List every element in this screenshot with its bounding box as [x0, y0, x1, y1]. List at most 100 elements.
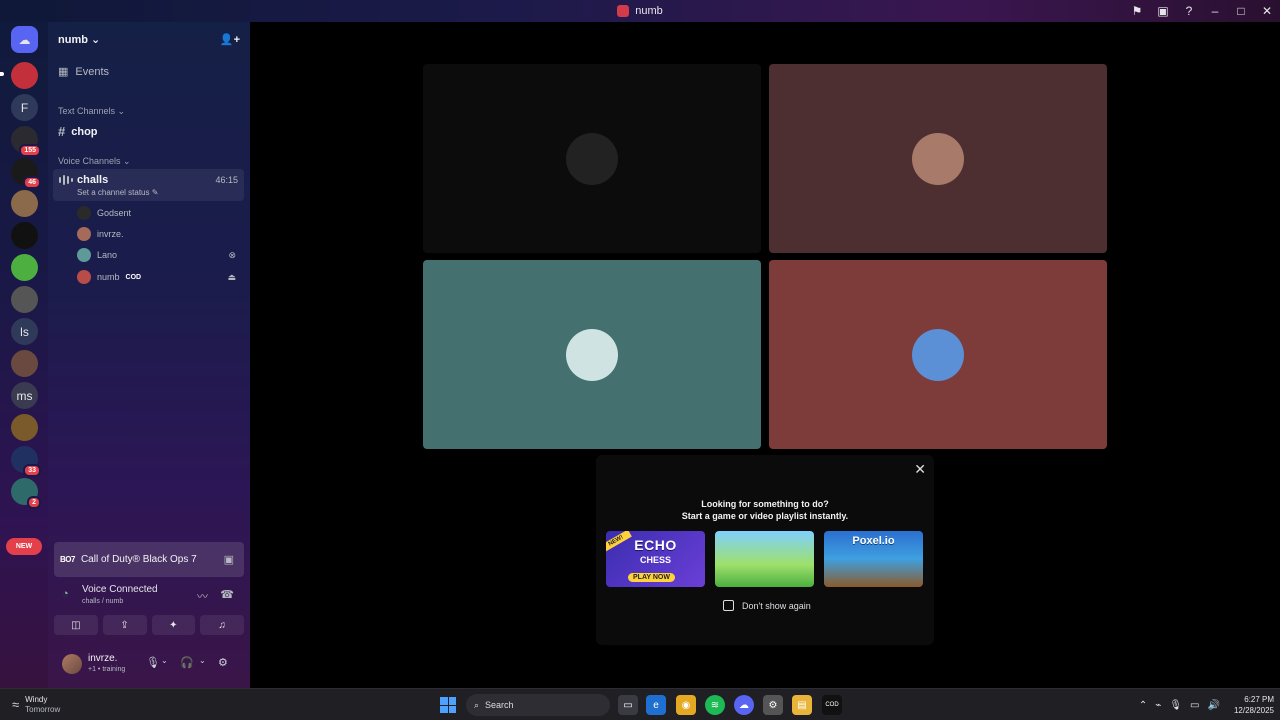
- headphones-icon[interactable]: 🎧: [180, 656, 194, 669]
- activities-button[interactable]: ✦: [151, 615, 196, 635]
- taskbar: ≈ Windy Tomorrow ⌕ Search ▭ e ◉ ≋ ☁ ⚙ ▤ …: [0, 688, 1280, 720]
- server-icon[interactable]: [11, 286, 38, 313]
- server-icon[interactable]: [11, 62, 38, 89]
- server-rail: ☁ F 155 46 ls ms 33 2 NEW: [0, 22, 48, 688]
- mention-badge: 33: [23, 464, 41, 477]
- task-view-icon[interactable]: ▭: [618, 695, 638, 715]
- events-label: Events: [75, 65, 110, 78]
- mic-icon[interactable]: 🎙: [146, 656, 160, 669]
- gear-icon[interactable]: ⚙: [218, 656, 228, 669]
- server-icon[interactable]: ms: [11, 382, 38, 409]
- game-card-racing[interactable]: [715, 531, 814, 587]
- invite-icon[interactable]: 👤+: [220, 33, 240, 46]
- folder-icon[interactable]: ▤: [792, 695, 812, 715]
- soundboard-button[interactable]: ♫: [200, 615, 244, 635]
- start-icon[interactable]: [440, 697, 456, 713]
- activity-bar[interactable]: BO7 Call of Duty® Black Ops 7 ▣: [54, 542, 244, 577]
- camera-button[interactable]: ◫: [54, 615, 98, 635]
- unread-pip: [0, 72, 4, 76]
- clock[interactable]: 6:27 PM 12/28/2025: [1234, 694, 1274, 716]
- voice-member[interactable]: Lano ⊗: [77, 246, 242, 264]
- server-icon[interactable]: 33: [11, 446, 41, 477]
- voice-member[interactable]: invrze.: [77, 225, 242, 243]
- game-name: Call of Duty® Black Ops 7: [80, 554, 197, 565]
- new-pill[interactable]: NEW: [6, 538, 42, 555]
- voice-member[interactable]: Godsent: [77, 204, 242, 222]
- channel-status[interactable]: Set a channel status ✎: [77, 188, 158, 197]
- dont-show-label: Don't show again: [742, 600, 811, 611]
- server-icon[interactable]: [11, 190, 38, 217]
- voice-actions: ◫ ⇪ ✦ ♫: [54, 615, 244, 635]
- voice-status: Voice Connected: [82, 584, 158, 595]
- maximize-icon[interactable]: □: [1228, 0, 1254, 22]
- server-icon[interactable]: [11, 414, 38, 441]
- discord-icon[interactable]: ☁: [734, 695, 754, 715]
- screen-icon[interactable]: ▣: [224, 553, 234, 566]
- video-tile[interactable]: [423, 260, 761, 449]
- chevron-down-icon[interactable]: ⌄: [199, 656, 206, 665]
- noise-suppression-icon[interactable]: 〰: [197, 588, 208, 604]
- play-now-button[interactable]: PLAY NOW: [628, 573, 675, 582]
- category-voice-channels[interactable]: Voice Channels ⌄: [58, 156, 131, 167]
- server-icon[interactable]: [11, 254, 38, 281]
- checkbox[interactable]: [723, 600, 734, 611]
- video-tile[interactable]: [423, 64, 761, 253]
- server-icon[interactable]: 155: [11, 126, 41, 157]
- dont-show-checkbox[interactable]: Don't show again: [723, 600, 811, 611]
- server-icon[interactable]: [11, 350, 38, 377]
- call-of-duty-icon[interactable]: COD: [822, 695, 842, 715]
- mic-icon[interactable]: 🎙: [1169, 700, 1182, 711]
- voice-channel-challs[interactable]: challs 46:15 Set a channel status ✎: [53, 169, 244, 201]
- window-title: numb: [635, 5, 663, 17]
- avatar: [77, 227, 91, 241]
- video-tile[interactable]: [769, 260, 1107, 449]
- mention-badge: 2: [27, 496, 41, 509]
- cast-icon[interactable]: ▣: [1150, 0, 1176, 22]
- discord-home-icon[interactable]: ☁: [11, 26, 38, 53]
- channel-name: chop: [71, 125, 98, 138]
- events-item[interactable]: ▦ Events: [58, 65, 110, 79]
- display-icon[interactable]: ▭: [1190, 700, 1199, 711]
- voice-wave-icon: [59, 175, 73, 185]
- close-icon[interactable]: ✕: [1254, 0, 1280, 22]
- server-icon[interactable]: [11, 222, 38, 249]
- spotify-icon[interactable]: ≋: [705, 695, 725, 715]
- game-subtitle: CHESS: [639, 555, 671, 565]
- channel-chop[interactable]: # chop: [58, 124, 98, 139]
- avatar[interactable]: [62, 654, 82, 674]
- system-tray: ⌃ ⌁ 🎙 ▭ 🔊 6:27 PM 12/28/2025: [1139, 689, 1274, 720]
- game-title: Poxel.io: [852, 535, 895, 547]
- volume-icon[interactable]: 🔊: [1208, 700, 1220, 711]
- weather-widget[interactable]: ≈ Windy Tomorrow: [12, 694, 60, 714]
- category-text-channels[interactable]: Text Channels ⌄: [58, 106, 125, 117]
- avatar: [566, 132, 618, 185]
- help-icon[interactable]: ?: [1176, 0, 1202, 22]
- steam-icon[interactable]: ⚙: [763, 695, 783, 715]
- server-icon[interactable]: ls: [11, 318, 38, 345]
- game-card-poxel[interactable]: Poxel.io: [824, 531, 923, 587]
- video-tile[interactable]: [769, 64, 1107, 253]
- guild-header[interactable]: numb ⌄ 👤+: [58, 30, 240, 48]
- search-box[interactable]: ⌕ Search: [466, 694, 610, 716]
- close-icon[interactable]: ✕: [914, 461, 926, 478]
- network-icon[interactable]: ⌁: [1155, 700, 1161, 711]
- game-logo: BO7: [60, 555, 75, 564]
- avatar: [77, 270, 91, 284]
- server-icon[interactable]: 2: [11, 478, 41, 509]
- avatar: [566, 328, 618, 381]
- minimize-icon[interactable]: –: [1202, 0, 1228, 22]
- search-icon: ⌕: [474, 699, 480, 710]
- share-screen-button[interactable]: ⇪: [102, 615, 147, 635]
- chevron-down-icon[interactable]: ⌄: [161, 656, 168, 665]
- chevron-up-icon[interactable]: ⌃: [1139, 700, 1147, 711]
- chrome-icon[interactable]: ◉: [676, 695, 696, 715]
- edge-icon[interactable]: e: [646, 695, 666, 715]
- inbox-icon[interactable]: ⚑: [1124, 0, 1150, 22]
- chevron-down-icon: ⌄: [91, 33, 101, 46]
- voice-member[interactable]: numb COD ⏏: [77, 268, 242, 286]
- server-icon[interactable]: F: [11, 94, 38, 121]
- game-card-echo-chess[interactable]: NEW! ECHO CHESS PLAY NOW: [606, 531, 705, 587]
- prompt-line2: Start a game or video playlist instantly…: [681, 511, 849, 521]
- disconnect-icon[interactable]: ☎: [220, 588, 234, 601]
- server-icon[interactable]: 46: [11, 158, 41, 189]
